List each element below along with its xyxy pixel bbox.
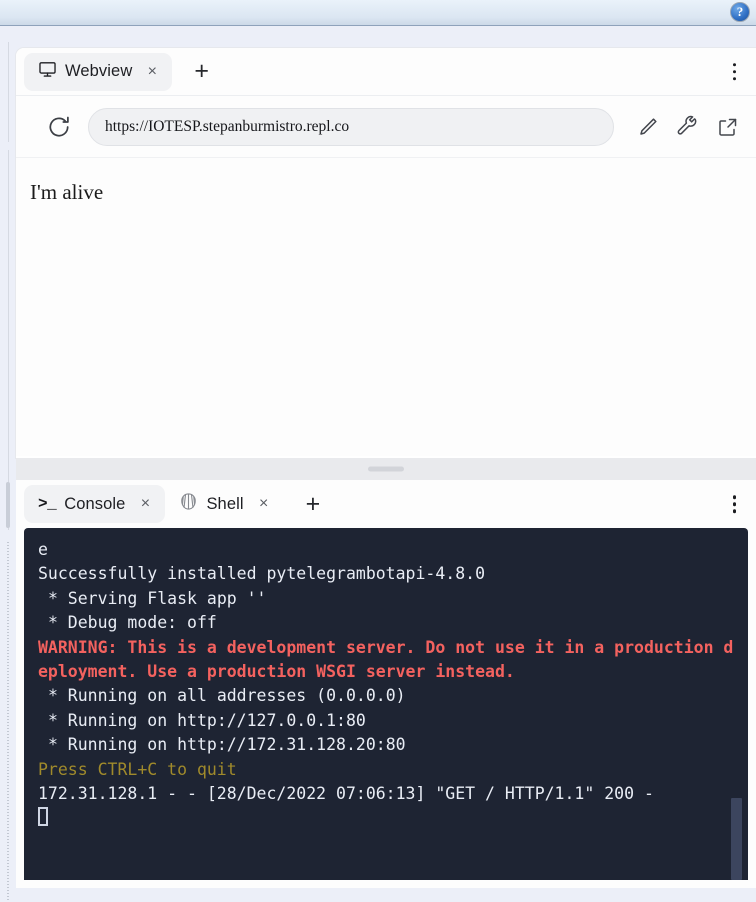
webview-rendered-page: I'm alive xyxy=(16,158,756,456)
tab-console-close-icon[interactable]: × xyxy=(137,496,153,512)
terminal-line: e xyxy=(38,540,48,559)
panel-resize-handle[interactable] xyxy=(16,458,756,480)
tab-webview-label: Webview xyxy=(65,62,133,80)
tab-webview-close-icon[interactable]: × xyxy=(144,63,160,80)
shell-icon xyxy=(179,492,198,516)
terminal-line: 172.31.128.1 - - [28/Dec/2022 07:06:13] … xyxy=(38,784,654,804)
divider-rule-top xyxy=(8,42,9,142)
console-options-kebab-icon[interactable] xyxy=(729,489,741,519)
tab-shell-label: Shell xyxy=(206,494,244,513)
resize-grip xyxy=(368,466,404,472)
terminal-lines: e Successfully installed pytelegrambotapi… xyxy=(24,538,748,831)
webview-options-kebab-icon[interactable] xyxy=(729,57,741,87)
divider-rule-mid xyxy=(8,150,9,530)
webview-tabbar: Webview × + xyxy=(16,48,756,96)
webview-add-tab-button[interactable]: + xyxy=(186,59,217,84)
terminal-cursor xyxy=(38,806,734,830)
tab-webview[interactable]: Webview × xyxy=(24,52,173,91)
terminal-icon: >_ xyxy=(38,495,57,513)
terminal-line: WARNING: This is a development server. D… xyxy=(38,637,734,682)
terminal-scrollbar[interactable] xyxy=(731,798,742,880)
monitor-icon xyxy=(38,60,57,84)
tab-console-label: Console xyxy=(64,494,126,513)
wrench-icon[interactable] xyxy=(676,115,700,139)
terminal-line: * Running on http://127.0.0.1:80 xyxy=(38,710,366,730)
url-input[interactable]: https://IOTESP.stepanburmistro.repl.co xyxy=(88,107,614,146)
page-body-text: I'm alive xyxy=(30,180,104,204)
console-add-tab-button[interactable]: + xyxy=(298,491,329,517)
left-divider-strip xyxy=(0,42,16,902)
divider-dotted-rule xyxy=(7,542,9,902)
webview-panel: Webview × + https://IOTESP.stepanburmist… xyxy=(16,48,756,458)
webview-url-toolbar: https://IOTESP.stepanburmistro.repl.co xyxy=(16,96,756,158)
help-icon[interactable]: ? xyxy=(730,2,750,22)
tab-shell[interactable]: Shell × xyxy=(165,485,283,523)
tab-shell-close-icon[interactable]: × xyxy=(256,496,272,512)
terminal-line: Press CTRL+C to quit xyxy=(38,759,237,779)
console-tabbar: >_ Console × Shell × + xyxy=(16,480,756,528)
tab-console[interactable]: >_ Console × xyxy=(24,485,166,523)
terminal-line: * Running on http://172.31.128.20:80 xyxy=(38,735,406,755)
terminal-line: * Running on all addresses (0.0.0.0) xyxy=(38,686,406,706)
terminal-output[interactable]: e Successfully installed pytelegrambotapi… xyxy=(24,528,748,880)
pencil-icon[interactable] xyxy=(636,115,660,139)
terminal-line: * Serving Flask app '' xyxy=(38,588,267,608)
browser-chrome-band: ? xyxy=(0,0,756,26)
vertical-resize-handle[interactable] xyxy=(6,482,10,528)
terminal-line: * Debug mode: off xyxy=(38,613,217,633)
external-link-icon[interactable] xyxy=(716,115,740,139)
reload-icon[interactable] xyxy=(46,114,72,140)
console-panel: >_ Console × Shell × + e Successfully ins… xyxy=(16,480,756,888)
webview-toolbar-actions xyxy=(636,115,740,139)
terminal-line: Successfully installed pytelegrambotapi-… xyxy=(38,564,486,584)
